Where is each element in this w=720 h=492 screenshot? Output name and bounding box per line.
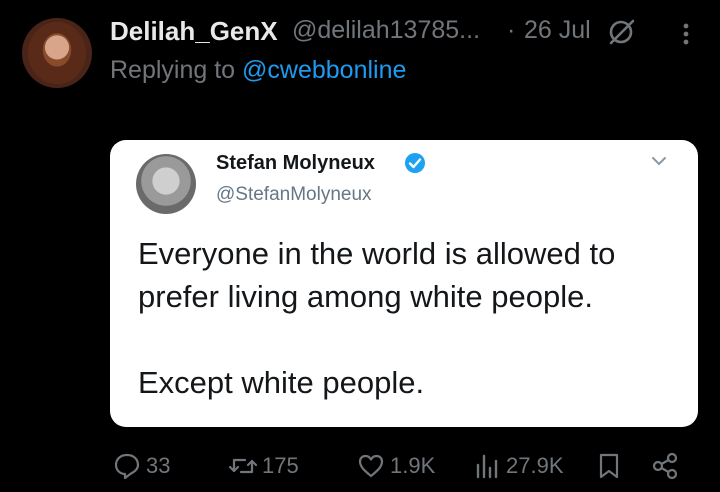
views-button[interactable]: 27.9K	[472, 448, 564, 484]
quoted-avatar	[136, 154, 196, 214]
separator-dot: ·	[507, 16, 516, 44]
reply-count: 33	[146, 453, 171, 478]
like-button[interactable]: 1.9K	[356, 448, 435, 484]
share-icon	[652, 452, 678, 480]
reply-mention-link[interactable]: @cwebbonline	[242, 56, 406, 84]
like-icon	[358, 454, 384, 478]
views-icon	[476, 454, 498, 479]
quoted-author-handle: @StefanMolyneux	[216, 184, 372, 205]
reply-icon	[114, 453, 140, 480]
tweet-header: Delilah_GenX @delilah13785... · 26 Jul	[110, 14, 710, 50]
bookmark-button[interactable]	[594, 448, 628, 484]
quoted-author-name: Stefan Molyneux	[216, 152, 375, 174]
quoted-text-line: Everyone in the world is allowed to	[138, 236, 616, 271]
attached-image[interactable]: Stefan Molyneux @StefanMolyneux Everyone…	[110, 140, 698, 427]
avatar[interactable]	[22, 18, 92, 88]
quoted-text-line: prefer living among white people.	[138, 279, 593, 314]
action-bar: 33 175 1.9K 27.9K	[110, 448, 690, 484]
author-handle[interactable]: @delilah13785...	[292, 16, 480, 45]
views-count: 27.9K	[506, 453, 564, 478]
like-count: 1.9K	[390, 453, 436, 478]
share-button[interactable]	[650, 448, 684, 484]
repost-count: 175	[262, 453, 299, 478]
replying-to-label: Replying to	[110, 56, 243, 84]
bookmark-icon	[599, 453, 619, 479]
tweet-date[interactable]: 26 Jul	[524, 16, 591, 45]
repost-button[interactable]: 175	[228, 448, 299, 484]
author-name[interactable]: Delilah_GenX	[110, 16, 278, 47]
quoted-text-line: Except white people.	[138, 365, 425, 400]
repost-icon	[228, 458, 258, 474]
grok-icon[interactable]	[606, 17, 636, 47]
replying-to: Replying to @cwebbonline	[110, 56, 406, 85]
verified-icon	[405, 153, 425, 173]
reply-button[interactable]: 33	[112, 448, 170, 484]
quoted-text: Everyone in the world is allowed to pref…	[138, 232, 688, 404]
chevron-down-icon	[652, 157, 666, 166]
more-icon[interactable]	[674, 20, 698, 48]
